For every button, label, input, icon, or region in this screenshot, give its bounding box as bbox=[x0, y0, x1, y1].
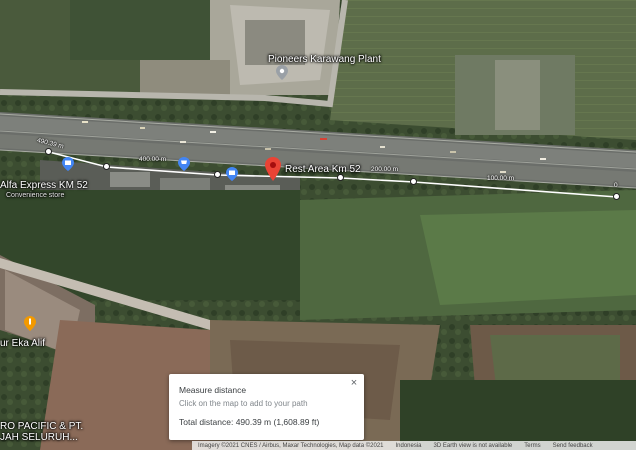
measure-hint: Click on the map to add to your path bbox=[179, 399, 308, 408]
place-label-pioneers[interactable]: Pioneers Karawang Plant bbox=[268, 54, 381, 65]
measure-total-distance: Total distance: 490.39 m (1,608.89 ft) bbox=[179, 417, 320, 427]
measure-title: Measure distance bbox=[179, 385, 247, 395]
measure-node[interactable] bbox=[337, 174, 344, 181]
earth-view-notice: 3D Earth view is not available bbox=[433, 442, 513, 449]
blue-store-pin-icon[interactable] bbox=[226, 167, 238, 181]
imagery-attribution: Imagery ©2021 CNES / Airbus, Maxar Techn… bbox=[198, 442, 384, 449]
country-link[interactable]: Indonesia bbox=[396, 443, 422, 449]
measure-distance-panel: Measure distance Click on the map to add… bbox=[169, 374, 364, 440]
distance-label: 400.00 m bbox=[139, 156, 167, 163]
map-footer: Imagery ©2021 CNES / Airbus, Maxar Techn… bbox=[192, 441, 636, 450]
distance-label: 200.00 m bbox=[371, 166, 399, 173]
blue-cart-pin-icon[interactable] bbox=[178, 157, 190, 171]
place-label-eka-alif[interactable]: ur Eka Alif bbox=[0, 338, 45, 349]
distance-label: 0 bbox=[614, 182, 618, 189]
measure-node[interactable] bbox=[613, 193, 620, 200]
place-label-rest-area[interactable]: Rest Area Km 52 bbox=[285, 164, 361, 175]
measure-node[interactable] bbox=[410, 178, 417, 185]
measure-node[interactable] bbox=[45, 148, 52, 155]
measure-node[interactable] bbox=[214, 171, 221, 178]
close-icon[interactable]: × bbox=[348, 377, 360, 389]
distance-label: 100.00 m bbox=[487, 175, 515, 182]
place-label-pacific-line1[interactable]: RO PACIFIC & PT. bbox=[0, 421, 83, 432]
measure-node[interactable] bbox=[103, 163, 110, 170]
terms-link[interactable]: Terms bbox=[524, 443, 540, 449]
grey-place-pin-icon[interactable] bbox=[276, 65, 288, 80]
orange-food-pin-icon[interactable] bbox=[24, 316, 36, 331]
send-feedback-link[interactable]: Send feedback bbox=[553, 443, 593, 449]
red-location-pin-icon[interactable] bbox=[265, 157, 281, 181]
blue-store-pin-icon[interactable] bbox=[62, 157, 74, 171]
place-label-alfa-express[interactable]: Alfa Express KM 52 bbox=[0, 180, 88, 191]
place-label-pacific-line2[interactable]: JAH SELURUH... bbox=[0, 432, 78, 443]
place-category-label: Convenience store bbox=[6, 192, 65, 199]
